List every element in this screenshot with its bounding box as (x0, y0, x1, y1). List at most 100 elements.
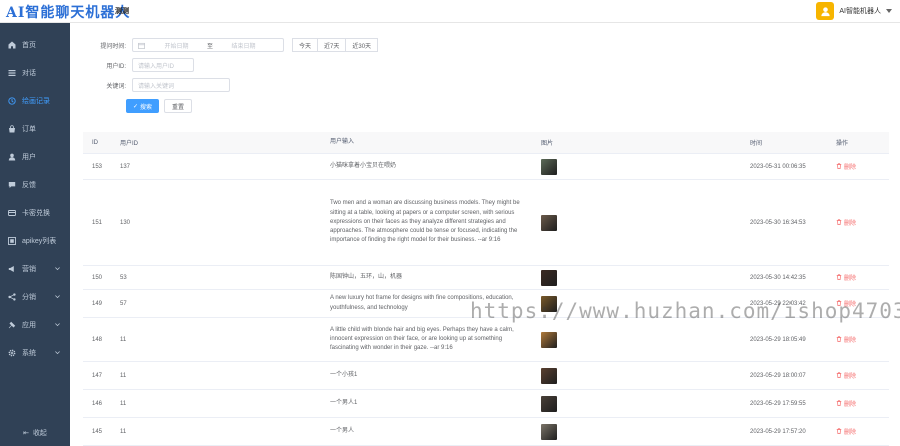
keyword-input[interactable]: 请输入关键词 (132, 78, 230, 92)
cell-time: 2023-05-30 14:42:35 (750, 274, 806, 281)
main-content: 提问时间: 开始日期 至 结束日期 今天 近7天 近30天 用户ID: 请输入用… (70, 23, 900, 446)
sidebar-item-5[interactable]: 反馈 (0, 171, 70, 199)
user-avatar-icon (821, 6, 830, 16)
start-date-input[interactable]: 开始日期 (149, 41, 204, 50)
cell-time: 2023-05-29 17:57:20 (750, 428, 806, 435)
cell-action: 删除 (828, 399, 888, 409)
image-thumbnail[interactable] (541, 269, 557, 286)
delete-button[interactable]: 删除 (836, 371, 856, 380)
table-row: 145 11 一个男人 2023-05-29 17:57:20 删除 (83, 418, 889, 446)
sidebar-item-10[interactable]: 应用 (0, 311, 70, 339)
uid-label: 用户ID: (106, 63, 126, 70)
sidebar-item-3[interactable]: 订单 (0, 115, 70, 143)
sidebar-item-label: 绘画记录 (22, 98, 50, 105)
collapse-sidebar-button[interactable]: ⇤ 收起 (0, 420, 70, 446)
cell-image (532, 158, 742, 175)
image-thumbnail[interactable] (541, 423, 557, 440)
calendar-icon (138, 42, 145, 49)
col-time: 时间 (750, 141, 763, 147)
cell-image (532, 295, 742, 312)
image-thumbnail[interactable] (541, 395, 557, 412)
cell-action: 删除 (828, 218, 888, 228)
quick-30days-button[interactable]: 近30天 (346, 38, 379, 52)
image-thumbnail[interactable] (541, 214, 557, 231)
cell-image (532, 423, 742, 440)
delete-label: 删除 (844, 429, 857, 436)
sidebar-item-4[interactable]: 用户 (0, 143, 70, 171)
cell-time: 2023-05-29 18:05:49 (750, 336, 806, 343)
cell-uid: 11 (120, 336, 127, 343)
quick-today-button[interactable]: 今天 (292, 38, 319, 52)
delete-label: 删除 (844, 164, 857, 171)
cell-uid: 130 (120, 219, 131, 226)
delete-button[interactable]: 删除 (836, 335, 856, 344)
cell-id: 151 (92, 219, 103, 226)
trash-icon (836, 336, 842, 343)
image-thumbnail[interactable] (541, 331, 557, 348)
col-input: 用户输入 (330, 138, 355, 145)
cell-time: 2023-05-29 17:59:55 (750, 400, 806, 407)
date-range-picker[interactable]: 开始日期 至 结束日期 (132, 38, 284, 52)
time-label: 提问时间: (100, 43, 126, 50)
sidebar-item-7[interactable]: apikey列表 (0, 227, 70, 255)
sidebar-item-label: 营销 (22, 266, 36, 273)
delete-button[interactable]: 删除 (836, 162, 856, 171)
trash-icon (836, 428, 842, 435)
sidebar-item-label: 应用 (22, 322, 36, 329)
delete-button[interactable]: 删除 (836, 218, 856, 227)
sidebar-item-6[interactable]: 卡密兑换 (0, 199, 70, 227)
table-body: 153 137 小猫咪拿着小宝贝在喂奶 2023-05-31 00:06:35 删除 15… (83, 154, 889, 446)
share-icon (8, 293, 16, 301)
delete-label: 删除 (844, 301, 857, 308)
cell-input: A little child with blonde hair and big … (330, 326, 514, 352)
range-separator: 至 (206, 43, 213, 50)
delete-button[interactable]: 删除 (836, 273, 856, 282)
sidebar-item-label: 对话 (22, 70, 36, 77)
cell-image (532, 331, 742, 348)
table-row: 150 53 陈国钟山，五环，山，机器 2023-05-30 14:42:35 删除 (83, 266, 889, 290)
sidebar-item-11[interactable]: 系统 (0, 339, 70, 367)
table-row: 149 57 A new luxury hot frame for designs … (83, 290, 889, 318)
sidebar-item-label: 卡密兑换 (22, 210, 50, 217)
megaphone-icon (8, 265, 16, 273)
search-button[interactable]: ✓ 搜索 (126, 99, 160, 113)
sidebar-item-9[interactable]: 分销 (0, 283, 70, 311)
delete-button[interactable]: 删除 (836, 299, 856, 308)
chevron-down-icon (55, 350, 60, 355)
quick-7days-button[interactable]: 近7天 (318, 38, 347, 52)
cell-uid: 57 (120, 300, 127, 307)
user-menu[interactable]: AI智能机器人 (816, 2, 892, 20)
cell-time: 2023-05-30 16:34:53 (750, 219, 806, 226)
chat-icon (8, 181, 16, 189)
delete-label: 删除 (844, 220, 857, 227)
cell-image (532, 367, 742, 384)
sidebar-item-0[interactable]: 首页 (0, 31, 70, 59)
caret-down-icon (886, 9, 892, 13)
search-button-label: 搜索 (140, 104, 153, 111)
sidebar-item-8[interactable]: 营销 (0, 255, 70, 283)
chevron-down-icon (55, 266, 60, 271)
cell-id: 150 (92, 274, 103, 281)
cell-id: 146 (92, 400, 103, 407)
sidebar-item-label: 反馈 (22, 182, 36, 189)
cell-action: 删除 (828, 371, 888, 381)
sidebar-item-2[interactable]: 绘画记录 (0, 87, 70, 115)
image-thumbnail[interactable] (541, 158, 557, 175)
delete-label: 删除 (844, 275, 857, 282)
delete-label: 删除 (844, 373, 857, 380)
col-uid: 用户ID (120, 141, 139, 147)
image-thumbnail[interactable] (541, 367, 557, 384)
trash-icon (836, 300, 842, 307)
uid-input[interactable]: 请输入用户ID (132, 58, 194, 72)
reset-button[interactable]: 重置 (164, 99, 193, 113)
table-row: 148 11 A little child with blonde hair and… (83, 318, 889, 362)
delete-button[interactable]: 删除 (836, 427, 856, 436)
sidebar-item-label: 用户 (22, 154, 36, 161)
col-id: ID (92, 139, 98, 146)
end-date-input[interactable]: 结束日期 (216, 41, 271, 50)
image-thumbnail[interactable] (541, 295, 557, 312)
bag-icon (8, 125, 16, 133)
sidebar-item-label: 系统 (22, 350, 36, 357)
sidebar-item-1[interactable]: 对话 (0, 59, 70, 87)
delete-button[interactable]: 删除 (836, 399, 856, 408)
